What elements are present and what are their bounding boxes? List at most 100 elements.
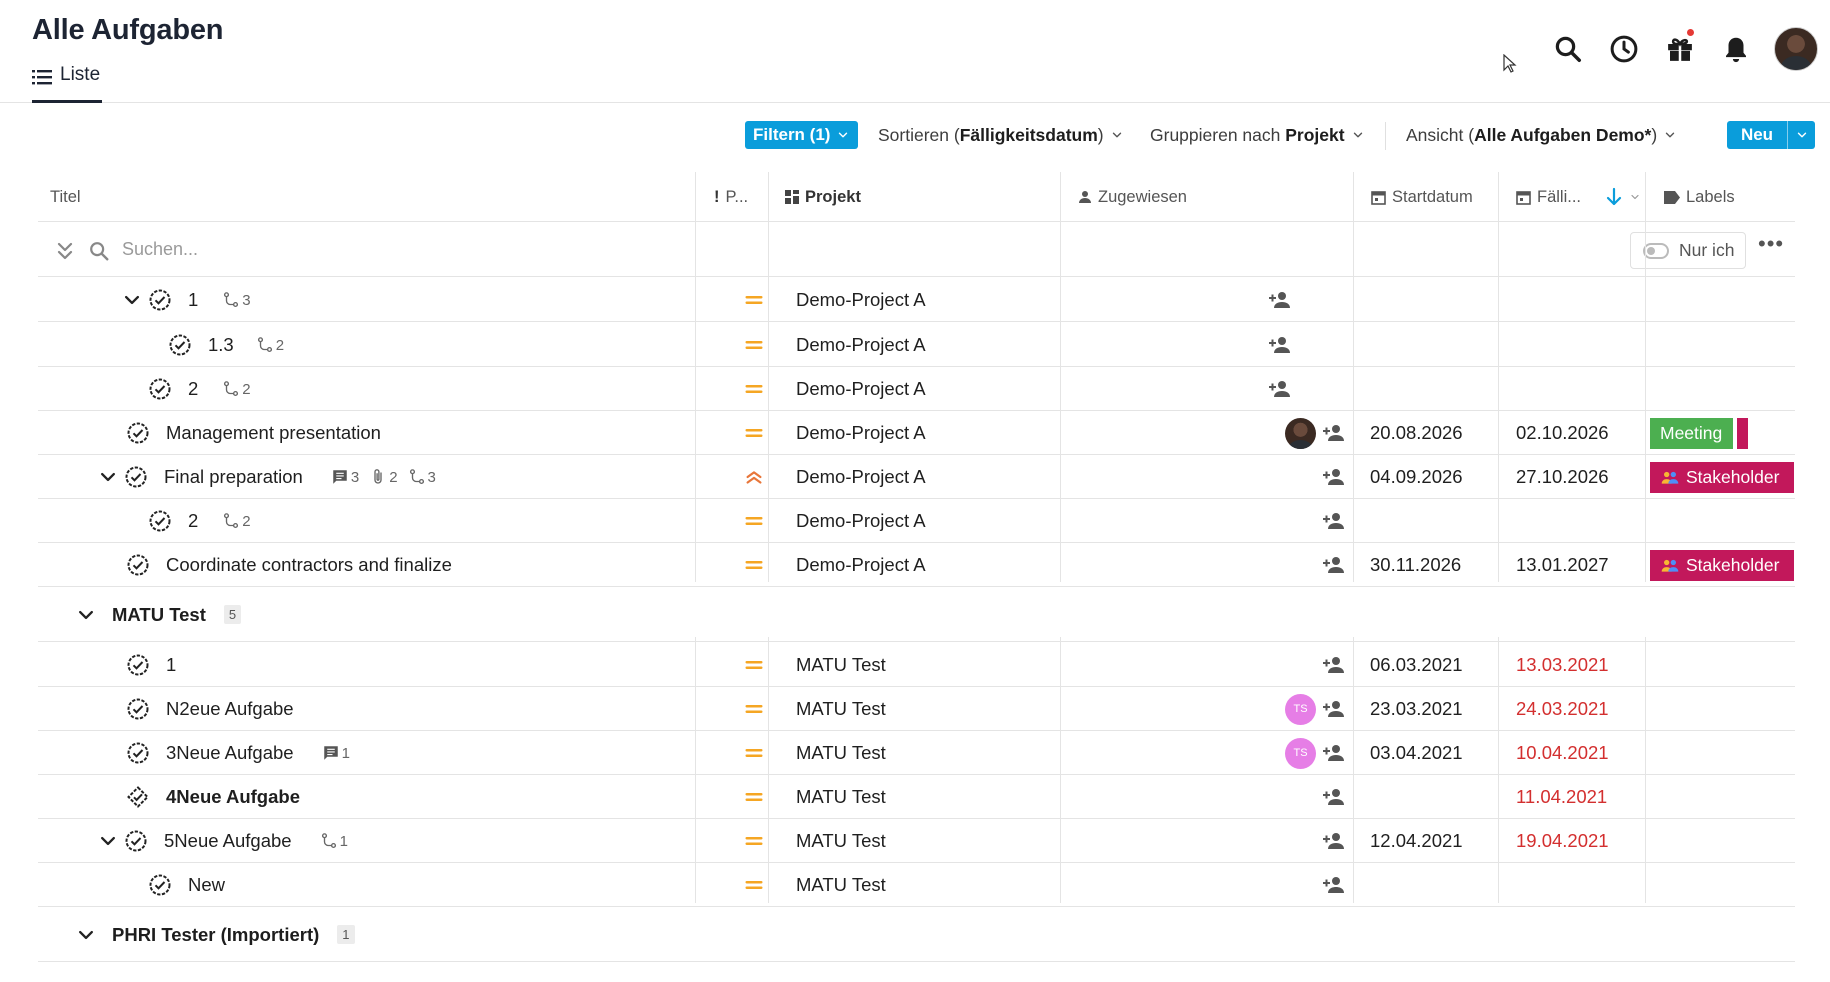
- project-cell[interactable]: MATU Test: [796, 731, 886, 775]
- task-status-icon[interactable]: [124, 829, 148, 853]
- group-by-button[interactable]: Gruppieren nach Projekt: [1150, 118, 1365, 152]
- col-labels[interactable]: Labels: [1664, 172, 1735, 222]
- new-dropdown-toggle[interactable]: [1788, 128, 1815, 142]
- start-date-cell[interactable]: 30.11.2026: [1370, 543, 1461, 587]
- search-button[interactable]: [1540, 26, 1596, 72]
- task-title[interactable]: 3Neue Aufgabe: [166, 742, 294, 764]
- priority-cell[interactable]: [718, 455, 790, 499]
- table-row[interactable]: 3Neue Aufgabe 1 MATU Test TS 03.04.2021 …: [38, 731, 1795, 775]
- priority-cell[interactable]: [718, 411, 790, 455]
- project-cell[interactable]: Demo-Project A: [796, 278, 926, 322]
- start-date-cell[interactable]: 12.04.2021: [1370, 819, 1463, 863]
- task-title[interactable]: 5Neue Aufgabe: [164, 830, 292, 852]
- project-cell[interactable]: MATU Test: [796, 643, 886, 687]
- start-date-cell[interactable]: 03.04.2021: [1370, 731, 1463, 775]
- table-row[interactable]: 2 2 Demo-Project A: [38, 367, 1795, 411]
- group-header-phri-tester[interactable]: PHRI Tester (Importiert) 1: [38, 908, 1795, 962]
- assignee-cell[interactable]: [1322, 863, 1346, 907]
- priority-cell[interactable]: [718, 323, 790, 367]
- label-meeting[interactable]: Meeting: [1650, 417, 1733, 449]
- table-row[interactable]: 1 3 Demo-Project A: [38, 278, 1795, 322]
- add-user-icon[interactable]: [1322, 421, 1346, 445]
- task-title[interactable]: New: [188, 874, 225, 896]
- task-title[interactable]: 1: [188, 289, 198, 311]
- labels-cell[interactable]: Meeting: [1650, 411, 1748, 455]
- assignee-avatar[interactable]: [1285, 417, 1316, 449]
- due-date-cell[interactable]: 02.10.2026: [1516, 411, 1609, 455]
- task-status-icon[interactable]: [126, 653, 150, 677]
- whats-new-button[interactable]: [1652, 26, 1708, 72]
- toggle-switch[interactable]: [1643, 242, 1669, 259]
- task-status-icon[interactable]: [126, 421, 150, 445]
- col-priority[interactable]: ! P...: [714, 172, 748, 222]
- due-date-cell[interactable]: 19.04.2021: [1516, 819, 1609, 863]
- label-stakeholder[interactable]: Stakeholder: [1650, 549, 1794, 581]
- add-user-icon[interactable]: [1268, 333, 1292, 357]
- project-cell[interactable]: MATU Test: [796, 687, 886, 731]
- tab-liste[interactable]: Liste: [32, 64, 103, 103]
- add-user-icon[interactable]: [1322, 697, 1346, 721]
- col-start[interactable]: Startdatum: [1371, 172, 1473, 222]
- col-assigned[interactable]: Zugewiesen: [1078, 172, 1187, 222]
- filter-button[interactable]: Filtern (1): [745, 121, 859, 149]
- add-user-icon[interactable]: [1322, 785, 1346, 809]
- add-user-icon[interactable]: [1322, 553, 1346, 577]
- task-title[interactable]: 1.3: [208, 334, 234, 356]
- table-row[interactable]: 5Neue Aufgabe 1 MATU Test 12.04.2021 19.…: [38, 819, 1795, 863]
- priority-cell[interactable]: [718, 687, 790, 731]
- assignee-cell[interactable]: [1322, 455, 1346, 499]
- priority-cell[interactable]: [718, 499, 790, 543]
- project-cell[interactable]: Demo-Project A: [796, 323, 926, 367]
- assignee-avatar[interactable]: TS: [1285, 693, 1316, 725]
- label-stakeholder[interactable]: Stakeholder: [1650, 461, 1794, 493]
- project-cell[interactable]: Demo-Project A: [796, 367, 926, 411]
- table-row[interactable]: Coordinate contractors and finalize Demo…: [38, 543, 1795, 587]
- chevron-down-icon[interactable]: [76, 605, 96, 625]
- collapse-all-icon[interactable]: [56, 241, 74, 261]
- task-status-icon[interactable]: [124, 465, 148, 489]
- assignee-cell[interactable]: [1268, 367, 1292, 411]
- chevron-down-icon[interactable]: [76, 925, 96, 945]
- assignee-cell[interactable]: [1285, 411, 1346, 455]
- task-status-icon[interactable]: [126, 553, 150, 577]
- user-avatar[interactable]: [1774, 27, 1818, 71]
- priority-cell[interactable]: [718, 367, 790, 411]
- add-user-icon[interactable]: [1322, 829, 1346, 853]
- col-title[interactable]: Titel: [50, 172, 81, 222]
- due-date-cell[interactable]: 10.04.2021: [1516, 731, 1609, 775]
- table-row[interactable]: 4Neue Aufgabe MATU Test 11.04.2021: [38, 775, 1795, 819]
- project-cell[interactable]: Demo-Project A: [796, 499, 926, 543]
- task-title[interactable]: Final preparation: [164, 466, 303, 488]
- assignee-avatar[interactable]: TS: [1285, 737, 1316, 769]
- sort-descending-icon[interactable]: [1605, 187, 1623, 207]
- task-title[interactable]: Coordinate contractors and finalize: [166, 554, 452, 576]
- due-date-cell[interactable]: 11.04.2021: [1516, 775, 1607, 819]
- sort-button[interactable]: Sortieren (Fälligkeitsdatum): [878, 118, 1124, 152]
- due-date-cell[interactable]: 24.03.2021: [1516, 687, 1609, 731]
- priority-cell[interactable]: [718, 819, 790, 863]
- milestone-icon[interactable]: [126, 785, 150, 809]
- task-title[interactable]: 4Neue Aufgabe: [166, 786, 300, 808]
- task-status-icon[interactable]: [148, 509, 172, 533]
- add-user-icon[interactable]: [1322, 741, 1346, 765]
- table-row[interactable]: 1.3 2 Demo-Project A: [38, 323, 1795, 367]
- table-row[interactable]: 2 2 Demo-Project A: [38, 499, 1795, 543]
- chevron-down-icon[interactable]: [98, 467, 118, 487]
- add-user-icon[interactable]: [1322, 873, 1346, 897]
- table-row[interactable]: N2eue Aufgabe MATU Test TS 23.03.2021 24…: [38, 687, 1795, 731]
- add-user-icon[interactable]: [1322, 653, 1346, 677]
- assignee-cell[interactable]: [1322, 499, 1346, 543]
- col-due[interactable]: Fälli...: [1516, 172, 1641, 222]
- assignee-cell[interactable]: [1268, 278, 1292, 322]
- table-row[interactable]: Management presentation Demo-Project A 2…: [38, 411, 1795, 455]
- more-options-icon[interactable]: •••: [1758, 233, 1784, 255]
- table-row[interactable]: 1 MATU Test 06.03.2021 13.03.2021: [38, 643, 1795, 687]
- assignee-cell[interactable]: [1322, 643, 1346, 687]
- priority-cell[interactable]: [718, 731, 790, 775]
- project-cell[interactable]: MATU Test: [796, 775, 886, 819]
- assignee-cell[interactable]: TS: [1285, 731, 1346, 775]
- assignee-cell[interactable]: [1268, 323, 1292, 367]
- task-status-icon[interactable]: [148, 288, 172, 312]
- task-status-icon[interactable]: [148, 873, 172, 897]
- start-date-cell[interactable]: 23.03.2021: [1370, 687, 1463, 731]
